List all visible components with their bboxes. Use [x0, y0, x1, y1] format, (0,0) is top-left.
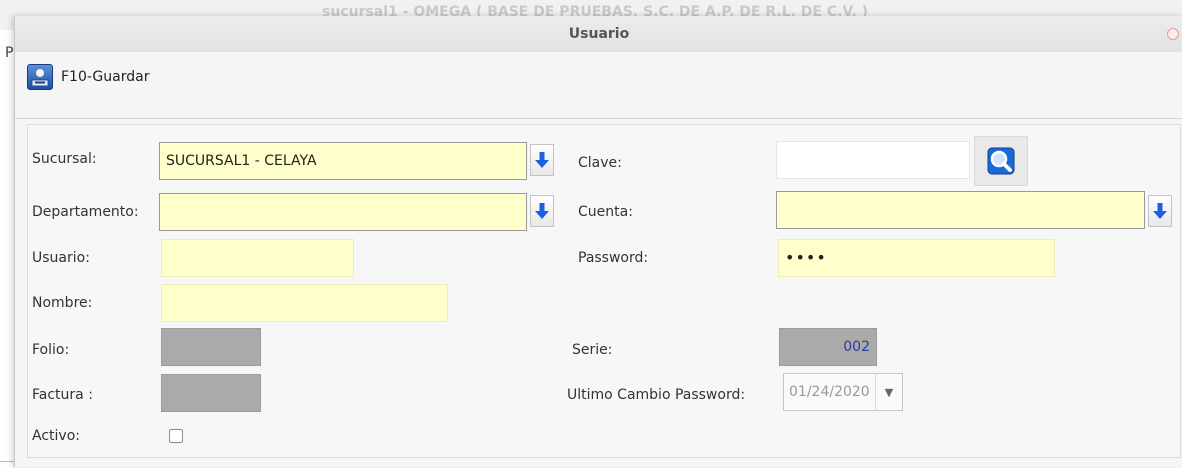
clave-label: Clave:	[578, 155, 622, 171]
sucursal-field[interactable]: SUCURSAL1 - CELAYA	[159, 142, 527, 180]
departamento-dropdown-button[interactable]	[530, 195, 554, 227]
chevron-down-icon[interactable]: ▼	[876, 386, 902, 399]
serie-label: Serie:	[572, 342, 613, 358]
save-label: F10-Guardar	[61, 69, 150, 85]
arrow-down-icon	[535, 152, 549, 168]
arrow-down-icon	[1153, 203, 1167, 219]
nombre-field[interactable]	[161, 284, 448, 322]
factura-field	[161, 374, 261, 412]
dialog-titlebar: Usuario	[15, 16, 1182, 52]
usuario-dialog: Usuario F10-Guardar Sucursal: SUCURSAL1 …	[14, 16, 1182, 467]
nombre-label: Nombre:	[32, 295, 93, 311]
activo-checkbox[interactable]	[169, 429, 183, 443]
cuenta-label: Cuenta:	[578, 204, 633, 220]
magnifier-icon	[987, 147, 1015, 175]
usuario-field[interactable]	[161, 239, 354, 277]
departamento-label: Departamento:	[32, 204, 139, 220]
ultimo-cambio-label: Ultimo Cambio Password:	[567, 387, 746, 403]
cuenta-dropdown-button[interactable]	[1148, 195, 1172, 227]
search-button[interactable]	[974, 136, 1028, 186]
password-field[interactable]: ••••	[778, 239, 1055, 277]
toolbar: F10-Guardar	[15, 52, 1182, 119]
activo-label: Activo:	[32, 428, 80, 444]
factura-label: Factura :	[32, 387, 93, 403]
folio-label: Folio:	[32, 342, 70, 358]
close-icon[interactable]	[1167, 28, 1179, 40]
save-button[interactable]: F10-Guardar	[27, 62, 149, 92]
clave-field[interactable]	[776, 141, 970, 179]
dialog-title: Usuario	[568, 26, 630, 42]
cuenta-field[interactable]	[776, 191, 1145, 229]
usuario-label: Usuario:	[32, 250, 90, 266]
form-panel: Sucursal: SUCURSAL1 - CELAYA Departament…	[27, 124, 1181, 458]
sucursal-dropdown-button[interactable]	[530, 144, 554, 176]
save-icon	[27, 64, 53, 90]
folio-field	[161, 328, 261, 366]
arrow-down-icon	[535, 203, 549, 219]
sucursal-label: Sucursal:	[32, 151, 97, 167]
serie-field: 002	[779, 328, 877, 366]
ultimo-cambio-date-picker[interactable]: 01/24/2020 ▼	[783, 373, 903, 411]
ultimo-cambio-value: 01/24/2020	[784, 374, 876, 410]
departamento-field[interactable]	[159, 193, 527, 231]
password-label: Password:	[578, 250, 649, 266]
